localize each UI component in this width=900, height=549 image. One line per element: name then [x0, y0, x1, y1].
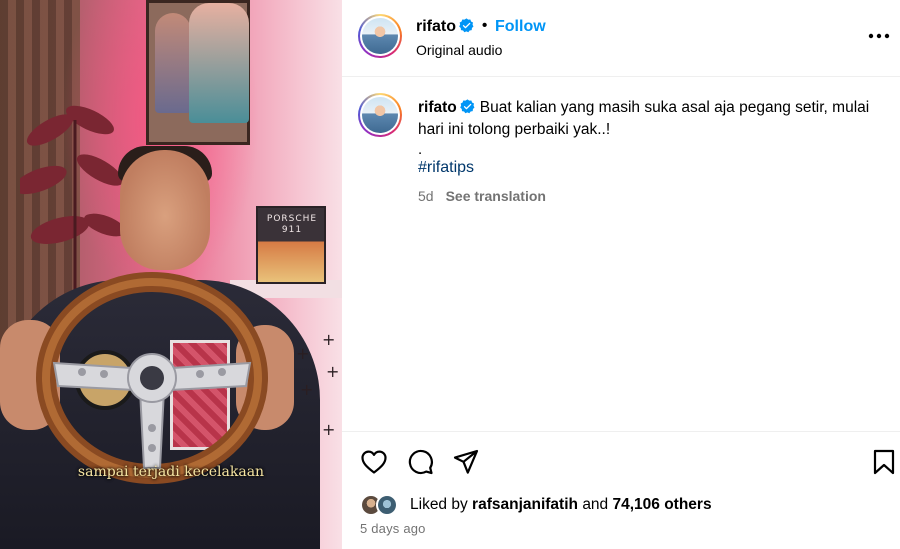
video-subtitle: sampai terjadi kecelakaan [77, 464, 265, 480]
author-username-row: rifato [416, 18, 474, 36]
more-options-icon[interactable] [866, 26, 892, 46]
caption-meta: 5d See translation [418, 188, 546, 204]
likes-summary: Liked by rafsanjanifatih and 74,106 othe… [360, 494, 712, 516]
steering-wheel [36, 272, 268, 484]
author-avatar[interactable] [358, 14, 402, 58]
verified-badge-icon [459, 18, 474, 33]
see-translation-button[interactable]: See translation [446, 188, 546, 204]
caption-text: Buat kalian yang masih suka asal aja peg… [418, 99, 870, 138]
caption-period: . [418, 141, 423, 158]
plant-leaves [20, 105, 126, 290]
liked-by-prefix: Liked by [410, 496, 468, 513]
heart-icon[interactable] [360, 448, 388, 476]
separator-dot: • [482, 17, 488, 34]
comment-bubble-icon[interactable] [406, 448, 434, 476]
post-date[interactable]: 5 days ago [360, 521, 426, 536]
hashtag-link[interactable]: #rifatips [418, 159, 474, 177]
wall-poster [146, 0, 250, 145]
liker-avatars [360, 494, 404, 516]
audio-label[interactable]: Original audio [416, 42, 502, 58]
post-actions: Liked by rafsanjanifatih and 74,106 othe… [342, 431, 900, 549]
verified-badge-icon [459, 99, 475, 114]
post-panel: rifato • Follow Original audio rifato Bua… [342, 0, 900, 549]
post-age[interactable]: 5d [418, 188, 434, 204]
person-face [120, 150, 210, 270]
author-username[interactable]: rifato [416, 18, 456, 35]
caption-author-avatar[interactable] [358, 93, 402, 137]
likes-count-link[interactable]: 74,106 others [613, 496, 712, 514]
post-caption-block: rifato Buat kalian yang masih suka asal a… [342, 77, 900, 431]
liker-avatar [376, 494, 398, 516]
caption-username[interactable]: rifato [418, 99, 457, 116]
caption-text-row: rifato Buat kalian yang masih suka asal a… [418, 97, 888, 141]
follow-button[interactable]: Follow [495, 18, 546, 36]
liked-by-user-link[interactable]: rafsanjanifatih [472, 496, 578, 514]
bookmark-icon[interactable] [870, 448, 898, 476]
post-media-video[interactable]: PORSCHE 911 + + + + + sampai terjadi kec… [0, 0, 342, 549]
liked-by-and: and [582, 496, 609, 513]
book-title: PORSCHE 911 [266, 214, 318, 235]
paper-plane-icon[interactable] [452, 448, 480, 476]
post-header: rifato • Follow Original audio [342, 0, 900, 77]
